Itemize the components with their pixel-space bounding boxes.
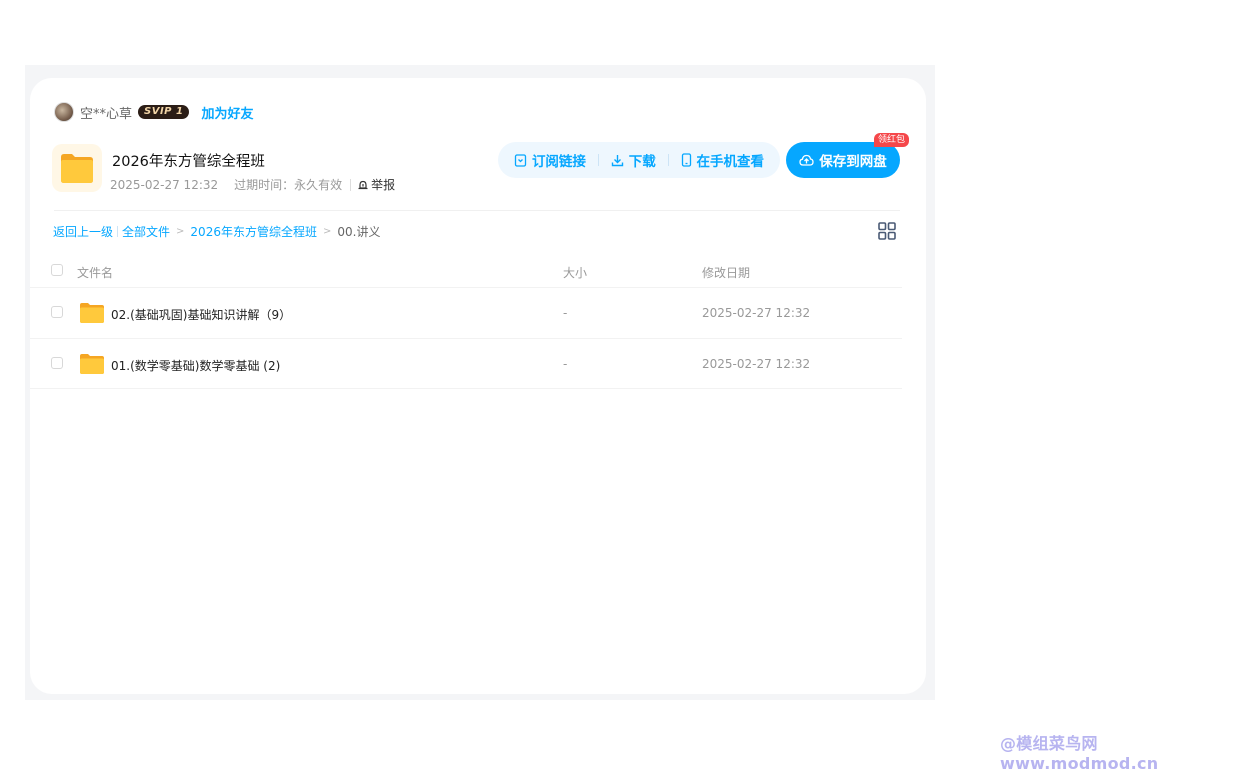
col-header-name: 文件名 [77,266,114,280]
report-button[interactable]: 举报 [357,176,395,193]
save-to-netdisk-button[interactable]: 保存到网盘 [786,142,900,178]
chevron-right-icon: > [176,226,185,237]
breadcrumb-all-files[interactable]: 全部文件 [122,223,170,240]
grid-view-icon[interactable] [878,222,896,240]
action-toolbar: 订阅链接 下载 在手机查看 [498,142,780,178]
sharer-info: 空**心草 SVIP 1 加为好友 [54,101,253,123]
sharer-name: 空**心草 [80,106,133,122]
breadcrumb: 返回上一级 全部文件 > 2026年东方管综全程班 > 00.讲义 [53,223,380,240]
file-name[interactable]: 01.(数学零基础)数学零基础 (2) [111,357,280,374]
share-date: 2025-02-27 12:32 [110,177,219,192]
view-on-phone-button[interactable]: 在手机查看 [681,150,764,170]
share-folder-icon [52,144,102,192]
divider [30,388,902,389]
row-checkbox[interactable] [51,357,63,369]
svip-badge: SVIP 1 [138,105,190,119]
table-row[interactable]: 01.(数学零基础)数学零基础 (2) - 2025-02-27 12:32 [30,338,902,389]
file-modified: 2025-02-27 12:32 [702,306,811,320]
file-name[interactable]: 02.(基础巩固)基础知识讲解（9） [111,306,291,323]
download-icon [611,154,623,166]
expiry-label: 过期时间： [234,178,295,192]
col-header-size: 大小 [563,266,588,280]
share-card: 空**心草 SVIP 1 加为好友 2026年东方管综全程班 2025-02-2… [30,78,926,694]
expiry-value: 永久有效 [294,178,343,192]
back-link[interactable]: 返回上一级 [53,223,113,240]
subscribe-link-button[interactable]: 订阅链接 [514,150,586,170]
add-friend-link[interactable]: 加为好友 [201,103,253,122]
download-button[interactable]: 下载 [611,150,656,170]
file-size: - [563,357,568,371]
breadcrumb-current: 00.讲义 [337,225,381,239]
divider [54,210,900,211]
select-all-checkbox[interactable] [51,264,63,276]
report-label: 举报 [371,178,396,192]
file-modified: 2025-02-27 12:32 [702,357,811,371]
share-title: 2026年东方管综全程班 [112,154,265,170]
avatar[interactable] [54,102,74,122]
chevron-right-icon: > [322,226,332,237]
cloud-upload-icon [799,154,814,166]
share-meta: 2025-02-27 12:32 过期时间： 永久有效 举报 [110,176,395,193]
table-header: 文件名 大小 修改日期 [50,258,900,288]
share-page-frame: 空**心草 SVIP 1 加为好友 2026年东方管综全程班 2025-02-2… [25,65,935,700]
folder-icon [61,154,93,183]
red-packet-badge[interactable]: 领红包 [874,133,910,147]
file-size: - [563,306,568,320]
row-checkbox[interactable] [51,306,63,318]
folder-icon [80,303,104,323]
alarm-icon [358,180,368,189]
breadcrumb-share-folder[interactable]: 2026年东方管综全程班 [190,223,317,240]
folder-icon [80,354,104,374]
col-header-modified: 修改日期 [702,266,751,280]
watermark: @模组菜鸟网www.modmod.cn [1000,734,1159,773]
table-row[interactable]: 02.(基础巩固)基础知识讲解（9） - 2025-02-27 12:32 [30,287,902,338]
phone-icon [681,153,691,167]
bookmark-icon [514,153,527,167]
